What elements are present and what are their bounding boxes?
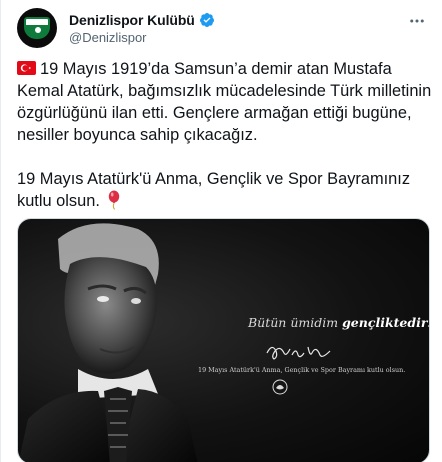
- author-names: Denizlispor Kulübü @Denizlispor: [69, 12, 215, 45]
- balloon-icon: [108, 190, 120, 210]
- more-options-icon[interactable]: [406, 10, 428, 32]
- tweet-image[interactable]: Bütün ümidim gençliktedir! 19 Mayıs Atat…: [17, 218, 430, 462]
- image-quote-normal: Bütün ümidim: [248, 315, 343, 330]
- image-quote: Bütün ümidim gençliktedir!: [248, 315, 430, 330]
- image-caption: 19 Mayıs Atatürk'ü Anma, Gençlik ve Spor…: [198, 366, 406, 374]
- ataturk-portrait: [18, 223, 198, 462]
- club-logo-icon: [272, 379, 288, 395]
- tweet-paragraph-2: 19 Mayıs Atatürk'ü Anma, Gençlik ve Spor…: [17, 168, 432, 212]
- display-name-row: Denizlispor Kulübü: [69, 12, 215, 28]
- turkey-flag-icon: [17, 61, 36, 75]
- display-name[interactable]: Denizlispor Kulübü: [69, 12, 195, 28]
- club-crest-icon: [24, 17, 50, 39]
- tweet-card: Denizlispor Kulübü @Denizlispor 19 Mayıs…: [0, 0, 442, 462]
- verified-badge-icon: [199, 12, 214, 27]
- tweet-paragraph-2-text: 19 Mayıs Atatürk'ü Anma, Gençlik ve Spor…: [17, 170, 411, 210]
- tweet-header: Denizlispor Kulübü @Denizlispor: [17, 6, 215, 50]
- tweet-paragraph-1: 19 Mayıs 1919’da Samsun’a demir atan Mus…: [17, 58, 432, 146]
- tweet-paragraph-1-text: 19 Mayıs 1919’da Samsun’a demir atan Mus…: [17, 60, 432, 144]
- image-quote-bold: gençliktedir!: [342, 315, 430, 330]
- handle[interactable]: @Denizlispor: [69, 30, 215, 45]
- ataturk-signature: [266, 346, 331, 360]
- avatar[interactable]: [17, 8, 57, 48]
- tweet-text: 19 Mayıs 1919’da Samsun’a demir atan Mus…: [17, 58, 432, 212]
